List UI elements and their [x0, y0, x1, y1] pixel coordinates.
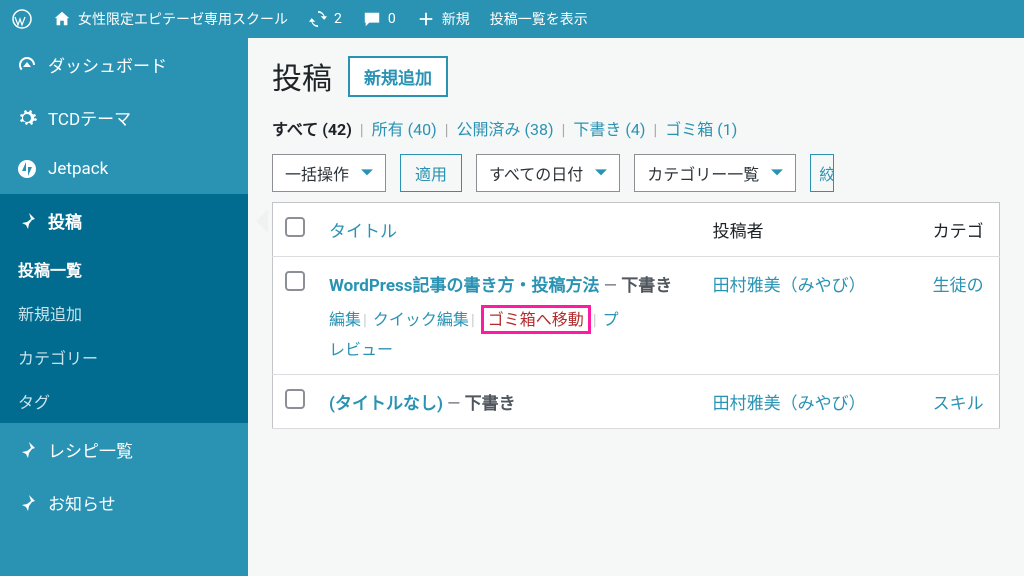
- sidebar-item-posts[interactable]: 投稿: [0, 194, 248, 247]
- preview-link-rest[interactable]: レビュー: [329, 340, 393, 359]
- column-title[interactable]: タイトル: [317, 203, 701, 257]
- sidebar-label: TCDテーマ: [48, 105, 131, 130]
- comments-count: 0: [388, 11, 396, 27]
- apply-button[interactable]: 適用: [400, 154, 462, 192]
- post-title-link[interactable]: (タイトルなし): [329, 394, 443, 414]
- admin-sidebar: ダッシュボード TCDテーマ Jetpack 投稿 投稿一覧 新規追加 カテゴリ…: [0, 38, 248, 576]
- jetpack-icon: [16, 158, 38, 180]
- refresh-icon: [308, 9, 328, 29]
- edit-link[interactable]: 編集: [329, 310, 361, 329]
- filter-published[interactable]: 公開済み (38): [457, 120, 554, 139]
- sidebar-item-recipes[interactable]: レシピ一覧: [0, 423, 248, 476]
- tablenav-top: 一括操作 適用 すべての日付 カテゴリー一覧 絞: [272, 154, 1000, 192]
- post-state: 下書き: [621, 276, 672, 296]
- author-link[interactable]: 田村雅美（みやび）: [713, 394, 866, 414]
- filter-draft[interactable]: 下書き (4): [573, 120, 645, 139]
- comments-link[interactable]: 0: [362, 9, 396, 29]
- category-link[interactable]: 生徒の: [933, 276, 984, 296]
- view-posts-link[interactable]: 投稿一覧を表示: [490, 9, 588, 29]
- column-author[interactable]: 投稿者: [701, 203, 921, 257]
- add-new-button[interactable]: 新規追加: [348, 56, 448, 97]
- post-status-filters: すべて (42) | 所有 (40) | 公開済み (38) | 下書き (4)…: [272, 116, 1000, 140]
- filter-all[interactable]: すべて (42): [272, 120, 352, 139]
- updates-link[interactable]: 2: [308, 9, 342, 29]
- post-state: 下書き: [465, 394, 516, 414]
- select-all-checkbox[interactable]: [285, 217, 305, 237]
- wordpress-logo-icon[interactable]: [12, 9, 32, 29]
- submenu-categories[interactable]: カテゴリー: [0, 335, 248, 379]
- site-name: 女性限定エピテーゼ専用スクール: [78, 9, 288, 29]
- sidebar-label: お知らせ: [48, 490, 116, 515]
- bulk-action-select[interactable]: 一括操作: [272, 154, 386, 192]
- new-content-link[interactable]: 新規: [416, 9, 470, 29]
- pin-icon: [16, 439, 38, 461]
- author-link[interactable]: 田村雅美（みやび）: [713, 276, 866, 296]
- row-checkbox[interactable]: [285, 271, 305, 291]
- category-filter-select[interactable]: カテゴリー一覧: [634, 154, 796, 192]
- page-title: 投稿: [272, 54, 332, 98]
- date-filter-select[interactable]: すべての日付: [476, 154, 620, 192]
- trash-link[interactable]: ゴミ箱へ移動: [481, 305, 591, 334]
- page-header: 投稿 新規追加: [272, 54, 1000, 98]
- pin-icon: [16, 492, 38, 514]
- category-link[interactable]: スキル: [933, 394, 984, 414]
- admin-bar: 女性限定エピテーゼ専用スクール 2 0 新規 投稿一覧を表示: [0, 0, 1024, 38]
- sidebar-item-jetpack[interactable]: Jetpack: [0, 144, 248, 194]
- filter-mine[interactable]: 所有 (40): [372, 120, 437, 139]
- quick-edit-link[interactable]: クイック編集: [373, 310, 469, 329]
- filter-button[interactable]: 絞: [810, 154, 834, 192]
- updates-count: 2: [334, 11, 342, 27]
- sidebar-item-news[interactable]: お知らせ: [0, 476, 248, 529]
- sidebar-label: ダッシュボード: [48, 52, 167, 77]
- gear-icon: [16, 107, 38, 129]
- table-row: (タイトルなし) — 下書き 田村雅美（みやび） スキル: [273, 375, 1000, 429]
- new-label: 新規: [442, 9, 470, 29]
- comment-icon: [362, 9, 382, 29]
- sidebar-label: レシピ一覧: [48, 437, 133, 462]
- submenu-tags[interactable]: タグ: [0, 379, 248, 423]
- sidebar-label: Jetpack: [48, 159, 108, 179]
- sidebar-item-tcd[interactable]: TCDテーマ: [0, 91, 248, 144]
- pin-icon: [16, 210, 38, 232]
- sidebar-item-dashboard[interactable]: ダッシュボード: [0, 38, 248, 91]
- column-categories[interactable]: カテゴ: [921, 203, 1000, 257]
- posts-submenu: 投稿一覧 新規追加 カテゴリー タグ: [0, 247, 248, 423]
- site-link[interactable]: 女性限定エピテーゼ専用スクール: [52, 9, 288, 29]
- post-title-link[interactable]: WordPress記事の書き方・投稿方法: [329, 276, 600, 296]
- filter-trash[interactable]: ゴミ箱 (1): [665, 120, 737, 139]
- plus-icon: [416, 9, 436, 29]
- table-row: WordPress記事の書き方・投稿方法 — 下書き 編集| クイック編集| ゴ…: [273, 257, 1000, 375]
- submenu-add-new[interactable]: 新規追加: [0, 291, 248, 335]
- row-actions: 編集| クイック編集| ゴミ箱へ移動| プ レビュー: [329, 306, 689, 360]
- sidebar-label: 投稿: [48, 208, 82, 233]
- dashboard-icon: [16, 54, 38, 76]
- submenu-all-posts[interactable]: 投稿一覧: [0, 247, 248, 291]
- preview-link[interactable]: プ: [603, 310, 619, 329]
- main-content: 投稿 新規追加 すべて (42) | 所有 (40) | 公開済み (38) |…: [248, 38, 1024, 576]
- row-checkbox[interactable]: [285, 389, 305, 409]
- home-icon: [52, 9, 72, 29]
- posts-table: タイトル 投稿者 カテゴ WordPress記事の書き方・投稿方法 — 下書き …: [272, 202, 1000, 429]
- view-posts-label: 投稿一覧を表示: [490, 9, 588, 29]
